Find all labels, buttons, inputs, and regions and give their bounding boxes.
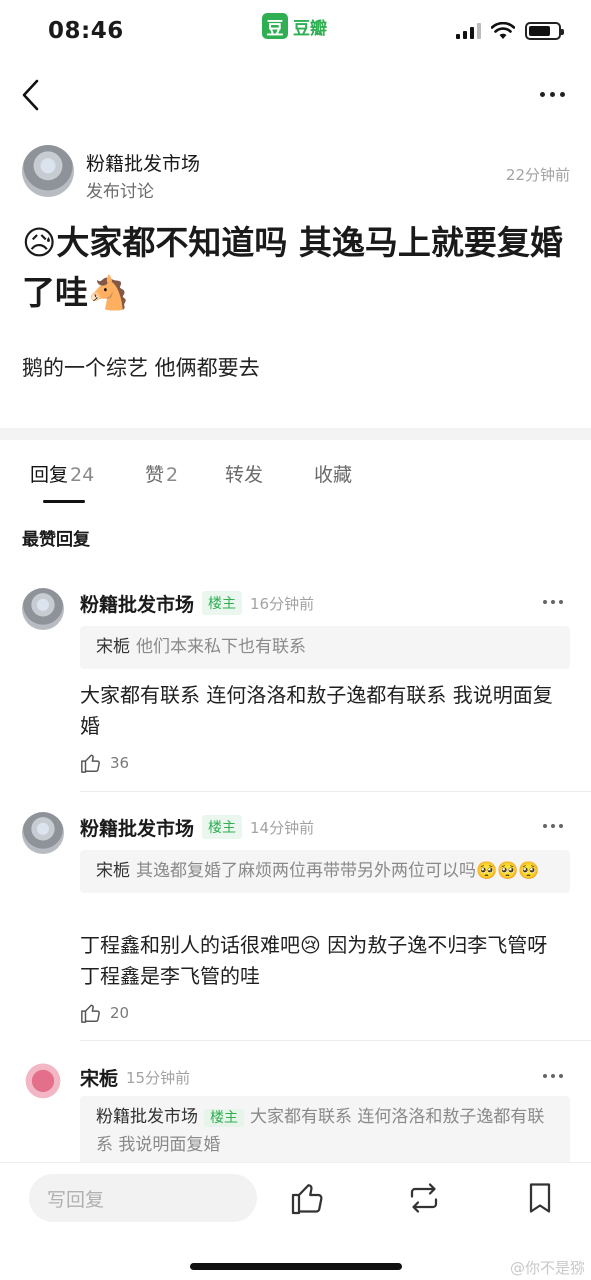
home-indicator — [190, 1263, 402, 1270]
bottom-action-bar: 写回复 @你不是猕 — [0, 1162, 591, 1280]
comment-divider — [80, 791, 591, 792]
app-brand: 豆 豆瓣 — [262, 13, 327, 39]
like-button[interactable]: 20 — [80, 1002, 129, 1024]
comment-author[interactable]: 粉籍批发市场 — [80, 590, 194, 617]
more-options-icon[interactable] — [535, 84, 569, 104]
active-tab-indicator — [43, 500, 85, 503]
tab-label: 转发 — [225, 464, 264, 486]
repost-icon[interactable] — [406, 1180, 442, 1216]
like-count: 20 — [110, 1004, 130, 1022]
comment-time: 16分钟前 — [250, 594, 315, 613]
quote-author: 粉籍批发市场 — [96, 1107, 198, 1127]
op-badge: 楼主 — [204, 1109, 244, 1127]
comment-header: 粉籍批发市场 楼主 14分钟前 — [80, 812, 314, 842]
comment-more-icon[interactable] — [543, 824, 563, 828]
wifi-icon — [491, 22, 515, 39]
quote-author: 宋栀 — [96, 637, 130, 657]
quoted-reply[interactable]: 宋栀 他们本来私下也有联系 — [80, 626, 570, 669]
douban-logo-icon: 豆 — [262, 13, 288, 39]
watermark: @你不是猕 — [509, 1259, 585, 1277]
cellular-signal-icon — [456, 23, 481, 39]
post-time: 22分钟前 — [505, 166, 570, 184]
clock: 08:46 — [48, 18, 124, 44]
op-badge: 楼主 — [202, 815, 243, 839]
comment-header: 宋栀 15分钟前 — [80, 1062, 190, 1092]
like-button[interactable]: 36 — [80, 752, 129, 774]
quoted-reply[interactable]: 粉籍批发市场 楼主 大家都有联系 连何洛洛和敖子逸都有联系 我说明面复婚 — [80, 1096, 570, 1167]
comment-avatar[interactable] — [22, 812, 64, 854]
author-avatar[interactable] — [22, 145, 74, 197]
comment-header: 粉籍批发市场 楼主 16分钟前 — [80, 588, 314, 618]
nav-bar — [0, 66, 591, 124]
quote-author: 宋栀 — [96, 861, 130, 881]
comment-avatar[interactable] — [22, 1062, 64, 1104]
comment-divider — [80, 1040, 591, 1041]
comment-author[interactable]: 粉籍批发市场 — [80, 814, 194, 841]
app-name: 豆瓣 — [293, 18, 327, 39]
thumbs-up-icon — [81, 1004, 100, 1023]
thumbs-up-icon[interactable] — [290, 1180, 326, 1216]
like-count: 36 — [110, 754, 130, 772]
author-name[interactable]: 粉籍批发市场 — [86, 149, 200, 176]
comment-time: 15分钟前 — [126, 1068, 191, 1087]
section-divider — [0, 428, 591, 440]
status-bar: 08:46 豆 豆瓣 — [0, 0, 591, 62]
tab-count: 2 — [166, 464, 179, 486]
tab-label: 赞 — [145, 464, 165, 486]
tab-reposts[interactable]: 转发 — [225, 460, 263, 487]
tab-likes[interactable]: 赞2 — [145, 460, 178, 487]
tab-count: 24 — [70, 464, 95, 486]
post-title: 😥大家都不知道吗 其逸马上就要复婚了哇🐴 — [22, 223, 563, 312]
post-author-row: 粉籍批发市场 发布讨论 22分钟前 — [22, 145, 570, 202]
thumbs-up-icon — [81, 754, 100, 773]
quote-text: 他们本来私下也有联系 — [136, 637, 306, 657]
section-title: 最赞回复 — [22, 530, 90, 550]
system-icons — [456, 22, 564, 40]
tab-favorites[interactable]: 收藏 — [314, 460, 352, 487]
tab-replies[interactable]: 回复 24 — [30, 460, 94, 487]
quoted-reply[interactable]: 宋栀 其逸都复婚了麻烦两位再带带另外两位可以吗🥺🥺🥺 — [80, 850, 570, 893]
comment-avatar[interactable] — [22, 588, 64, 630]
post-tabs: 回复 24 赞2 转发 收藏 — [0, 448, 591, 504]
battery-level — [529, 26, 550, 36]
comment-text: 大家都有联系 连何洛洛和敖子逸都有联系 我说明面复婚 — [80, 683, 553, 738]
comment-text: 丁程鑫和别人的话很难吧😢 因为敖子逸不归李飞管呀 丁程鑫是李飞管的哇 — [80, 933, 548, 988]
reply-input[interactable]: 写回复 — [29, 1174, 257, 1222]
tab-label: 收藏 — [314, 464, 353, 486]
comment-more-icon[interactable] — [543, 600, 563, 604]
back-arrow-icon[interactable] — [18, 78, 48, 112]
battery-icon — [525, 22, 564, 40]
post-body: 鹅的一个综艺 他俩都要去 — [22, 356, 260, 380]
tab-label: 回复 — [30, 464, 69, 486]
op-badge: 楼主 — [202, 591, 243, 615]
bookmark-icon[interactable] — [522, 1180, 558, 1216]
quote-text: 其逸都复婚了麻烦两位再带带另外两位可以吗🥺🥺🥺 — [136, 861, 540, 881]
post-action: 发布讨论 — [86, 182, 154, 202]
comment-author[interactable]: 宋栀 — [80, 1064, 118, 1091]
comment-more-icon[interactable] — [543, 1074, 563, 1078]
comment-time: 14分钟前 — [250, 818, 315, 837]
